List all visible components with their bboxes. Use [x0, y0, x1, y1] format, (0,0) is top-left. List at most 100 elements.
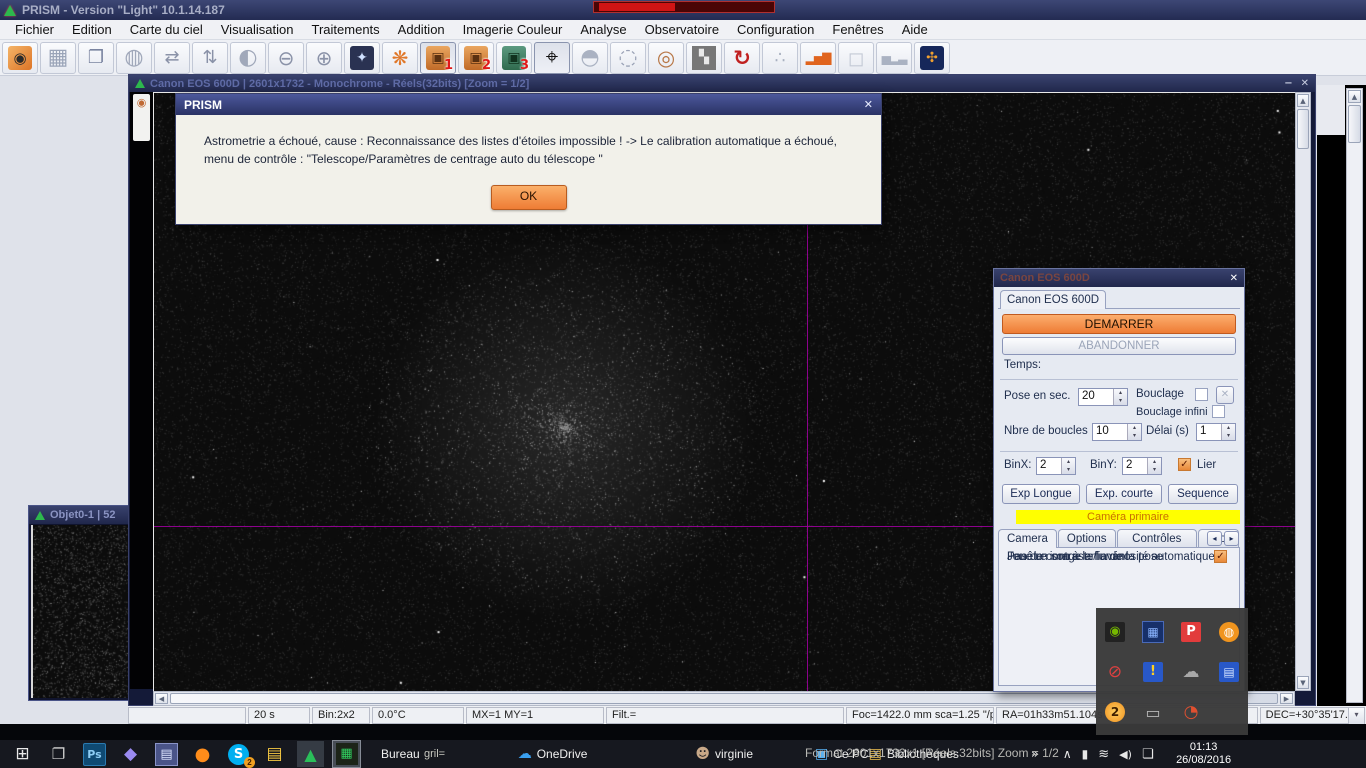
sky-sphere-icon[interactable]: ◌ — [610, 42, 646, 74]
avast-icon[interactable]: ◍ — [1219, 622, 1239, 642]
scroll-down-button[interactable]: ▼ — [1297, 676, 1309, 689]
start-button[interactable]: DEMARRER — [1002, 314, 1236, 334]
spinner-arrows[interactable]: ▴▾ — [1147, 458, 1161, 474]
menu-item[interactable]: Addition — [389, 20, 454, 39]
open-image-icon[interactable]: ◉ — [2, 42, 38, 74]
dialog-close-icon[interactable]: ✕ — [864, 98, 873, 111]
option-checkbox[interactable] — [1214, 550, 1227, 563]
taskbar-label-onedrive[interactable]: ☁ OneDrive — [518, 746, 588, 762]
spinner-arrows[interactable]: ▴▾ — [1061, 458, 1075, 474]
flip-horizontal-icon[interactable]: ⇄ — [154, 42, 190, 74]
taskbar-label-bureau[interactable]: Bureau — [376, 747, 420, 761]
menu-item[interactable]: Configuration — [728, 20, 823, 39]
scroll-up-button[interactable]: ▲ — [1297, 94, 1309, 107]
tab-scroll-right-button[interactable]: ▸ — [1224, 531, 1239, 546]
sketch-app-icon[interactable]: ▦ — [333, 741, 360, 767]
dome-icon[interactable]: ◓ — [572, 42, 608, 74]
menu-item[interactable]: Carte du ciel — [121, 20, 212, 39]
abort-button[interactable]: ABANDONNER — [1002, 337, 1236, 355]
camera-2-icon[interactable]: ▣ 2 — [458, 42, 494, 74]
vertical-scrollbar[interactable]: ▲ ▼ — [1295, 92, 1311, 691]
image-window-titlebar[interactable]: Canon EOS 600D | 2601x1732 - Monochrome … — [129, 75, 1315, 92]
scatter-icon[interactable]: ∴ — [762, 42, 798, 74]
scroll-thumb[interactable] — [1348, 105, 1361, 143]
info-globe-icon[interactable]: ◍ — [116, 42, 152, 74]
save-icon[interactable]: ▦ — [40, 42, 76, 74]
menu-item[interactable]: Fenêtres — [823, 20, 892, 39]
laptop-icon[interactable]: ▭ — [1145, 703, 1160, 722]
loop-checkbox[interactable] — [1195, 388, 1208, 401]
telescope-mount-icon[interactable]: ⌖ — [534, 42, 570, 74]
scroll-thumb[interactable] — [1297, 109, 1309, 149]
binx-value[interactable]: 2 — [1037, 458, 1061, 474]
rotate-icon[interactable]: ↻ — [724, 42, 760, 74]
tab-canon-eos-600d[interactable]: Canon EOS 600D — [1000, 290, 1106, 309]
link-checkbox[interactable] — [1178, 458, 1191, 471]
delay-value[interactable]: 1 — [1197, 424, 1221, 440]
menu-item[interactable]: Aide — [893, 20, 937, 39]
contrast-icon[interactable]: ◐ — [230, 42, 266, 74]
exposure-value[interactable]: 20 — [1079, 389, 1113, 405]
parallels-icon[interactable]: P — [1181, 622, 1201, 642]
biny-spinner[interactable]: 2 ▴▾ — [1122, 457, 1162, 475]
scroll-left-button[interactable]: ◀ — [155, 693, 168, 704]
cloud-icon[interactable]: ☁ — [1183, 662, 1200, 682]
volume-icon[interactable]: ◀) — [1119, 748, 1132, 761]
menu-item[interactable]: Analyse — [571, 20, 635, 39]
taskbar-label-virginie[interactable]: ☻ virginie — [695, 746, 753, 762]
firefox-icon[interactable]: ● — [189, 741, 216, 767]
short-exposure-button[interactable]: Exp. courte — [1086, 484, 1162, 504]
calibration-icon[interactable]: ▚ — [686, 42, 722, 74]
delay-spinner[interactable]: 1 ▴▾ — [1196, 423, 1236, 441]
start-button[interactable]: ⊞ — [9, 741, 36, 767]
menu-item[interactable]: Edition — [63, 20, 121, 39]
zoom-out-icon[interactable]: ⊖ — [268, 42, 304, 74]
exposure-spinner[interactable]: 20 ▴▾ — [1078, 388, 1128, 406]
objet-image[interactable] — [31, 525, 137, 698]
dictionary-icon[interactable]: ▤ — [1219, 662, 1239, 682]
skype-icon[interactable]: S 2 — [225, 741, 252, 767]
long-exposure-button[interactable]: Exp Longue — [1002, 484, 1080, 504]
spinner-arrows[interactable]: ▴▾ — [1113, 389, 1127, 405]
binx-spinner[interactable]: 2 ▴▾ — [1036, 457, 1076, 475]
menu-item[interactable]: Fichier — [6, 20, 63, 39]
camera-3-icon[interactable]: ▣ 3 — [496, 42, 532, 74]
tray-expand-icon[interactable]: ∧ — [1063, 747, 1072, 761]
background-window-scrollbar[interactable]: ▲ — [1346, 88, 1363, 703]
blank-frame-icon[interactable]: ◻ — [838, 42, 874, 74]
explorer-icon[interactable]: ▤ — [261, 741, 288, 767]
close-button[interactable]: ✕ — [1301, 78, 1309, 89]
menu-item[interactable]: Visualisation — [212, 20, 303, 39]
camera-panel-titlebar[interactable]: Canon EOS 600D ✕ — [994, 269, 1244, 287]
ok-button[interactable]: OK — [491, 185, 567, 210]
zoom-in-icon[interactable]: ⊕ — [306, 42, 342, 74]
nvidia-icon[interactable]: ◉ — [1105, 622, 1125, 642]
minimize-button[interactable]: − — [1284, 78, 1292, 89]
audio-device-icon[interactable]: ⊘ — [1108, 662, 1122, 682]
histogram-icon[interactable]: ▅▂▃ — [876, 42, 912, 74]
loop-cancel-button[interactable]: ✕ — [1216, 386, 1234, 404]
scroll-right-button[interactable]: ▶ — [1280, 693, 1293, 704]
notifications-icon[interactable]: ❏ — [1142, 747, 1154, 762]
biny-value[interactable]: 2 — [1123, 458, 1147, 474]
sequence-button[interactable]: Sequence — [1168, 484, 1238, 504]
spinner-arrows[interactable]: ▴▾ — [1221, 424, 1235, 440]
gear-icon[interactable]: ❋ — [382, 42, 418, 74]
lens-tool-icon[interactable]: ◉ — [137, 96, 147, 109]
photoshop-icon[interactable]: Ps — [81, 741, 108, 767]
robot-arm-icon[interactable]: ✣ — [914, 42, 950, 74]
status-dropdown-button[interactable]: ▾ — [1348, 707, 1365, 725]
media-player-icon[interactable]: ▤ — [153, 741, 180, 767]
taskbar-clock[interactable]: 01:13 26/08/2016 — [1168, 741, 1240, 767]
prism-taskbar-icon[interactable]: ▲ — [297, 741, 324, 767]
loop-infinite-checkbox[interactable] — [1212, 405, 1225, 418]
camera-panel-close-icon[interactable]: ✕ — [1230, 273, 1238, 284]
security-alert-icon[interactable]: ! — [1143, 662, 1163, 682]
scroll-up-button[interactable]: ▲ — [1348, 90, 1361, 103]
wifi-icon[interactable]: ≋ — [1098, 747, 1109, 762]
loops-spinner[interactable]: 10 ▴▾ — [1092, 423, 1142, 441]
gem-icon[interactable]: ◆ — [117, 741, 144, 767]
task-view-button[interactable]: ❐ — [45, 741, 72, 767]
tab-scroll-left-button[interactable]: ◂ — [1207, 531, 1222, 546]
remote-display-icon[interactable]: ▦ — [1142, 621, 1164, 643]
